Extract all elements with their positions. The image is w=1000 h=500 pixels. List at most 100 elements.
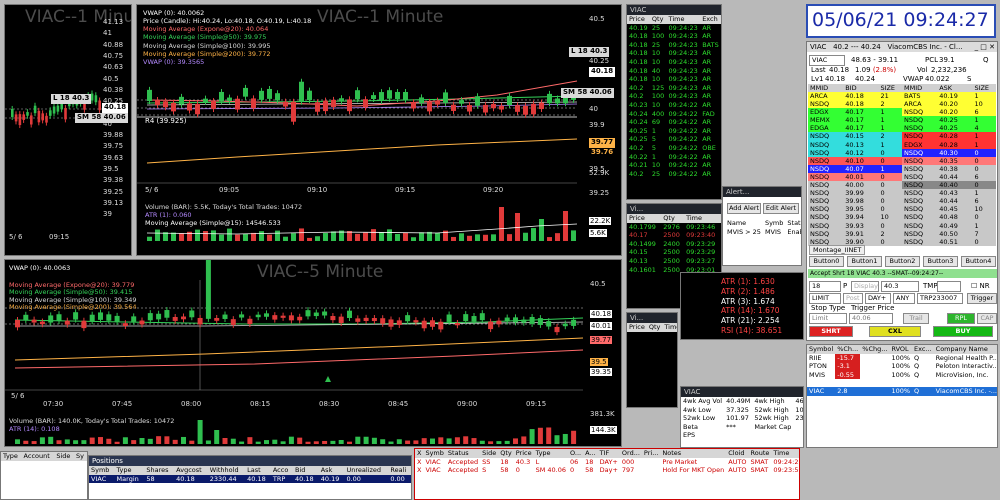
watchlist-row[interactable]: MVIS-0.55100%QMicroVision, Inc.287,9	[807, 370, 997, 380]
price-tick: 40.38	[103, 85, 124, 94]
cell: AR	[702, 118, 712, 127]
trigger-price-input[interactable]: 40.06	[849, 313, 893, 324]
time-tick: 08:45	[388, 400, 409, 408]
column-header: Symbol	[809, 345, 834, 353]
candle	[546, 321, 552, 327]
candle	[156, 313, 162, 320]
cancel-order-button[interactable]: CXL	[869, 326, 921, 337]
trigger-button[interactable]: Trigger	[967, 293, 997, 304]
fundamentals-window[interactable]: VIAC 4wk Avg Vol 40.49M 4wk High 46 4wk Low 3…	[680, 386, 804, 448]
display-input[interactable]: Display	[851, 281, 879, 292]
volume-bar	[387, 229, 392, 241]
custom-button-4[interactable]: Button4	[961, 256, 996, 267]
watchlist-row[interactable]: RIIE-15.7100%QRegional Health P...364,6	[807, 353, 997, 363]
cell: 40.2	[629, 92, 644, 101]
cap-button[interactable]: CAP	[977, 313, 997, 324]
volume-bar	[89, 437, 95, 444]
custom-button-2[interactable]: Button2	[885, 256, 920, 267]
custom-button-3[interactable]: Button3	[923, 256, 958, 267]
clock-display: 05/06/21 09:24:27	[812, 9, 989, 31]
price-input[interactable]: 40.3	[881, 281, 919, 292]
volume-bar	[172, 439, 178, 444]
large-prints-table: Price Qty Time 40.1799 2976 09:23:46 40.17 250…	[627, 214, 721, 274]
short-order-tag[interactable]: L 18 40.3	[51, 94, 92, 104]
any-select[interactable]: ANY	[893, 293, 915, 304]
volume-bar	[507, 234, 512, 241]
orders-window[interactable]: X Symb Status Side Qty Price Type O... A... TIF Or…	[414, 448, 800, 500]
cell: 40.23	[629, 100, 648, 109]
price-tick: 39.5	[103, 164, 119, 173]
volume-bar	[499, 207, 504, 241]
time-and-sales-window[interactable]: VIAC Price Qty Time Exch 40.19 25 09:24:23 AR 4…	[626, 4, 722, 200]
window-controls[interactable]: _ □ ✕	[975, 42, 995, 52]
ask-cell: 1	[972, 189, 996, 198]
price-tick: 41.13	[103, 18, 124, 26]
montage-tab[interactable]: Montage_IINET	[809, 245, 866, 255]
order-row[interactable]: X VIAC Accepted SS 18 40.3 L 06 18 DAY+ 000 Pre Mar…	[415, 457, 799, 467]
candle	[214, 317, 220, 321]
watchlist-window[interactable]: Symbol %Ch... %Chg... RVOL Exc... Company Nam…	[806, 344, 998, 448]
candle	[14, 114, 18, 122]
account-window[interactable]: Type Account Side Sy	[0, 451, 88, 500]
volume-bar	[531, 228, 536, 241]
buy-button[interactable]: BUY	[933, 326, 993, 337]
cell: 100%	[891, 353, 911, 362]
montage-window[interactable]: VIAC 40.2 --- 40.24 ViacomCBS Inc. - Cl.…	[806, 41, 998, 341]
stop-market-tag[interactable]: SM 58 40.06	[75, 113, 128, 123]
cell: AR	[702, 126, 712, 135]
price-tick: 39.77	[590, 336, 613, 344]
watchlist-row-selected[interactable]: VIAC2.8100%QViacomCBS Inc. -...2,228	[807, 387, 997, 396]
stop-type-select[interactable]: Limit	[809, 313, 847, 324]
custom-button-0[interactable]: Button0	[809, 256, 844, 267]
volume-bar	[451, 236, 456, 241]
cell: 5	[651, 143, 657, 152]
nr-checkbox[interactable]: ☐ NR	[971, 282, 990, 290]
order-row[interactable]: X VIAC Accepted S 58 0 SM 40.06 0 58 Day+ 797 Hold …	[415, 466, 799, 475]
bid-cell: NSDQ	[808, 172, 844, 182]
cell: 797	[621, 466, 635, 475]
quantity-input[interactable]: 18	[809, 281, 841, 292]
stop-market-tag[interactable]: SM 58 40.06	[561, 88, 614, 98]
volume-bar	[355, 436, 361, 444]
edit-alert-button[interactable]: Edit Alert	[763, 203, 799, 214]
cell: 40.18	[629, 40, 648, 49]
alerts-window[interactable]: Alert... Add Alert Edit Alert Name Symb St…	[722, 186, 802, 266]
position-cell: 40.18	[247, 474, 266, 483]
trade-row: 40.24 69 09:24:22 AR	[627, 118, 721, 127]
order-type-select[interactable]: LIMIT	[809, 293, 841, 304]
volume-bar	[571, 230, 576, 241]
candle	[52, 106, 56, 114]
cell: 06	[570, 457, 579, 466]
price-tick: 40.88	[103, 40, 124, 49]
short-order-tag[interactable]: L 18 40.3	[569, 47, 610, 57]
level2-row: NSDQ 39.98 0 NSDQ 40.44 6	[808, 197, 996, 206]
chart-5min[interactable]: VIAC--5 Minute VWAP (0): 40.0063 Moving …	[4, 259, 622, 447]
watchlist-row[interactable]: PTON-3.1100%QPeloton Interactiv...669,6	[807, 362, 997, 371]
level2-row: NSDQ 39.99 0 NSDQ 40.43 1	[808, 189, 996, 198]
lv1-label: Lv1	[811, 75, 824, 83]
cell: X	[417, 457, 422, 466]
short-button[interactable]: SHRT	[809, 326, 853, 337]
tif-select[interactable]: DAY+	[865, 293, 891, 304]
rpl-button[interactable]: RPL	[947, 313, 975, 324]
symbol-input[interactable]: VIAC	[809, 55, 845, 66]
volume-bar	[39, 437, 45, 444]
positions-window[interactable]: Positions Symb Type Shares Avgcost Withhold L…	[88, 455, 412, 500]
chart-1min-small[interactable]: VIAC--1 Minute 41.134140.8840.7540.6340.…	[4, 4, 132, 256]
prints-window-empty[interactable]: Vi... PriceQtyTime	[626, 312, 678, 408]
add-alert-button[interactable]: Add Alert	[727, 203, 761, 214]
custom-button-1[interactable]: Button1	[847, 256, 882, 267]
volume-bar	[15, 439, 20, 444]
route-select[interactable]: TRP233007	[917, 293, 963, 304]
volume-tick: 5.6K	[589, 229, 607, 237]
column-header: Avgcost	[176, 466, 202, 474]
chart-1min-large[interactable]: VIAC--1 Minute VWAP (0): 40.0062 Price (…	[136, 4, 622, 256]
volume-bar	[255, 441, 261, 444]
trail-button[interactable]: Trail	[903, 313, 929, 324]
trade-row: 40.2 5 09:24:22 OBE	[627, 144, 721, 153]
cell: -3.1	[835, 362, 861, 371]
tmp-input[interactable]	[937, 281, 961, 292]
volume-bar	[280, 441, 286, 444]
post-select[interactable]: Post	[843, 293, 863, 304]
cell: 09:24:23	[668, 66, 698, 75]
